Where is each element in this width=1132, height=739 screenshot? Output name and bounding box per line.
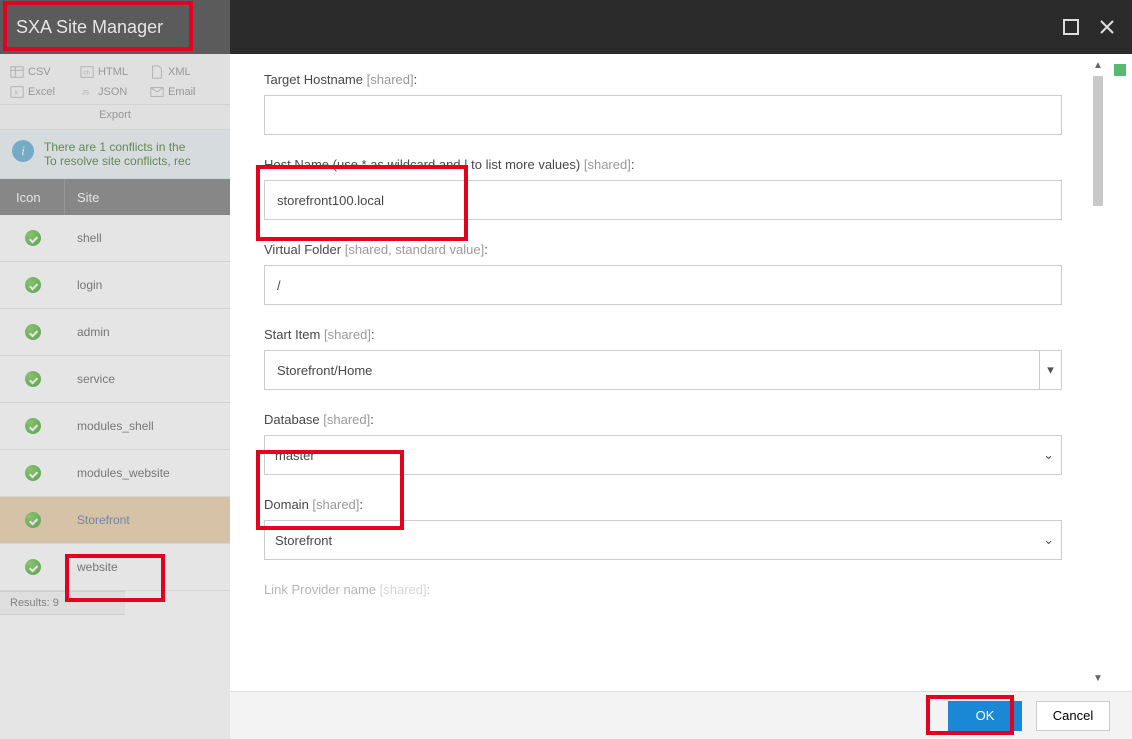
label-target-hostname: Target Hostname xyxy=(264,72,363,87)
status-icon xyxy=(0,559,65,575)
table-row[interactable]: modules_website xyxy=(0,450,230,497)
info-text-1: There are 1 conflicts in the xyxy=(44,140,191,154)
site-name: modules_shell xyxy=(65,419,230,433)
status-indicator xyxy=(1114,64,1126,76)
table-row[interactable]: Storefront xyxy=(0,497,230,544)
export-toolbar: CSV chHTML XML xExcel JSJSON Email xyxy=(0,54,230,105)
status-icon xyxy=(0,418,65,434)
app-title: SXA Site Manager xyxy=(0,0,230,54)
modal-footer: OK Cancel xyxy=(230,691,1132,739)
input-hostname[interactable] xyxy=(264,180,1062,220)
input-virtual-folder[interactable] xyxy=(264,265,1062,305)
json-icon: JS xyxy=(80,85,94,99)
scroll-down-icon[interactable]: ▼ xyxy=(1092,673,1104,685)
field-hostname: Host Name (use * as wildcard and | to li… xyxy=(264,157,1062,220)
export-xml[interactable]: XML xyxy=(150,62,220,82)
ok-button[interactable]: OK xyxy=(948,701,1022,731)
meta-database: [shared] xyxy=(323,412,370,427)
meta-domain: [shared] xyxy=(312,497,359,512)
code-icon: ch xyxy=(80,65,94,79)
site-name: login xyxy=(65,278,230,292)
status-icon xyxy=(0,465,65,481)
table-row[interactable]: modules_shell xyxy=(0,403,230,450)
col-site: Site xyxy=(65,190,230,205)
export-html[interactable]: chHTML xyxy=(80,62,150,82)
meta-link-provider: [shared] xyxy=(380,582,427,597)
site-name: website xyxy=(65,560,230,574)
export-excel[interactable]: xExcel xyxy=(10,82,80,102)
email-icon xyxy=(150,85,164,99)
export-json[interactable]: JSJSON xyxy=(80,82,150,102)
status-icon xyxy=(0,277,65,293)
field-virtual-folder: Virtual Folder [shared, standard value]: xyxy=(264,242,1062,305)
svg-text:JS: JS xyxy=(82,90,89,97)
export-email[interactable]: Email xyxy=(150,82,220,102)
background-panel: SXA Site Manager CSV chHTML XML xExcel J… xyxy=(0,0,230,739)
label-link-provider: Link Provider name xyxy=(264,582,376,597)
table-row[interactable]: website xyxy=(0,544,230,591)
results-count: Results: 9 xyxy=(0,591,125,615)
site-name: admin xyxy=(65,325,230,339)
select-database[interactable]: master xyxy=(264,435,1062,475)
field-target-hostname: Target Hostname [shared]: xyxy=(264,72,1062,135)
site-name: shell xyxy=(65,231,230,245)
col-icon: Icon xyxy=(0,179,65,215)
site-name: Storefront xyxy=(65,513,230,527)
excel-icon: x xyxy=(10,85,24,99)
cancel-button[interactable]: Cancel xyxy=(1036,701,1110,731)
site-list: shell login admin service modules_shellmodul… xyxy=(0,215,230,591)
meta-target-hostname: [shared] xyxy=(367,72,414,87)
label-virtual-folder: Virtual Folder xyxy=(264,242,341,257)
field-domain: Domain [shared]: Storefront ⌄ xyxy=(264,497,1062,560)
svg-text:x: x xyxy=(14,90,18,97)
info-icon: i xyxy=(12,140,34,162)
file-icon xyxy=(150,65,164,79)
scrollbar[interactable]: ▲ ▼ xyxy=(1092,60,1104,685)
scroll-up-icon[interactable]: ▲ xyxy=(1092,60,1104,72)
input-start-item[interactable] xyxy=(264,350,1062,390)
status-icon xyxy=(0,324,65,340)
table-row[interactable]: shell xyxy=(0,215,230,262)
modal-body: ▲ ▼ Target Hostname [shared]: Host Name … xyxy=(230,54,1132,691)
status-icon xyxy=(0,371,65,387)
table-icon xyxy=(10,65,24,79)
field-start-item: Start Item [shared]: ▾ xyxy=(264,327,1062,390)
label-database: Database xyxy=(264,412,320,427)
label-domain: Domain xyxy=(264,497,309,512)
site-name: modules_website xyxy=(65,466,230,480)
meta-hostname: [shared] xyxy=(584,157,631,172)
label-hostname: Host Name (use * as wildcard and | to li… xyxy=(264,157,580,172)
select-domain[interactable]: Storefront xyxy=(264,520,1062,560)
meta-start-item: [shared] xyxy=(324,327,371,342)
table-row[interactable]: login xyxy=(0,262,230,309)
label-start-item: Start Item xyxy=(264,327,320,342)
field-database: Database [shared]: master ⌄ xyxy=(264,412,1062,475)
form-scroll: Target Hostname [shared]: Host Name (use… xyxy=(230,54,1090,691)
meta-virtual-folder: [shared, standard value] xyxy=(345,242,484,257)
table-row[interactable]: service xyxy=(0,356,230,403)
svg-text:ch: ch xyxy=(84,70,90,77)
maximize-icon[interactable] xyxy=(1062,18,1080,36)
export-csv[interactable]: CSV xyxy=(10,62,80,82)
export-label: Export xyxy=(0,105,230,130)
field-link-provider: Link Provider name [shared]: xyxy=(264,582,1062,597)
status-icon xyxy=(0,230,65,246)
info-banner: i There are 1 conflicts in the To resolv… xyxy=(0,130,230,179)
info-text-2: To resolve site conflicts, rec xyxy=(44,154,191,168)
input-target-hostname[interactable] xyxy=(264,95,1062,135)
modal-titlebar xyxy=(230,0,1132,54)
table-header: Icon Site xyxy=(0,179,230,215)
status-icon xyxy=(0,512,65,528)
close-icon[interactable] xyxy=(1098,18,1116,36)
scroll-thumb[interactable] xyxy=(1093,76,1103,206)
site-name: service xyxy=(65,372,230,386)
table-row[interactable]: admin xyxy=(0,309,230,356)
